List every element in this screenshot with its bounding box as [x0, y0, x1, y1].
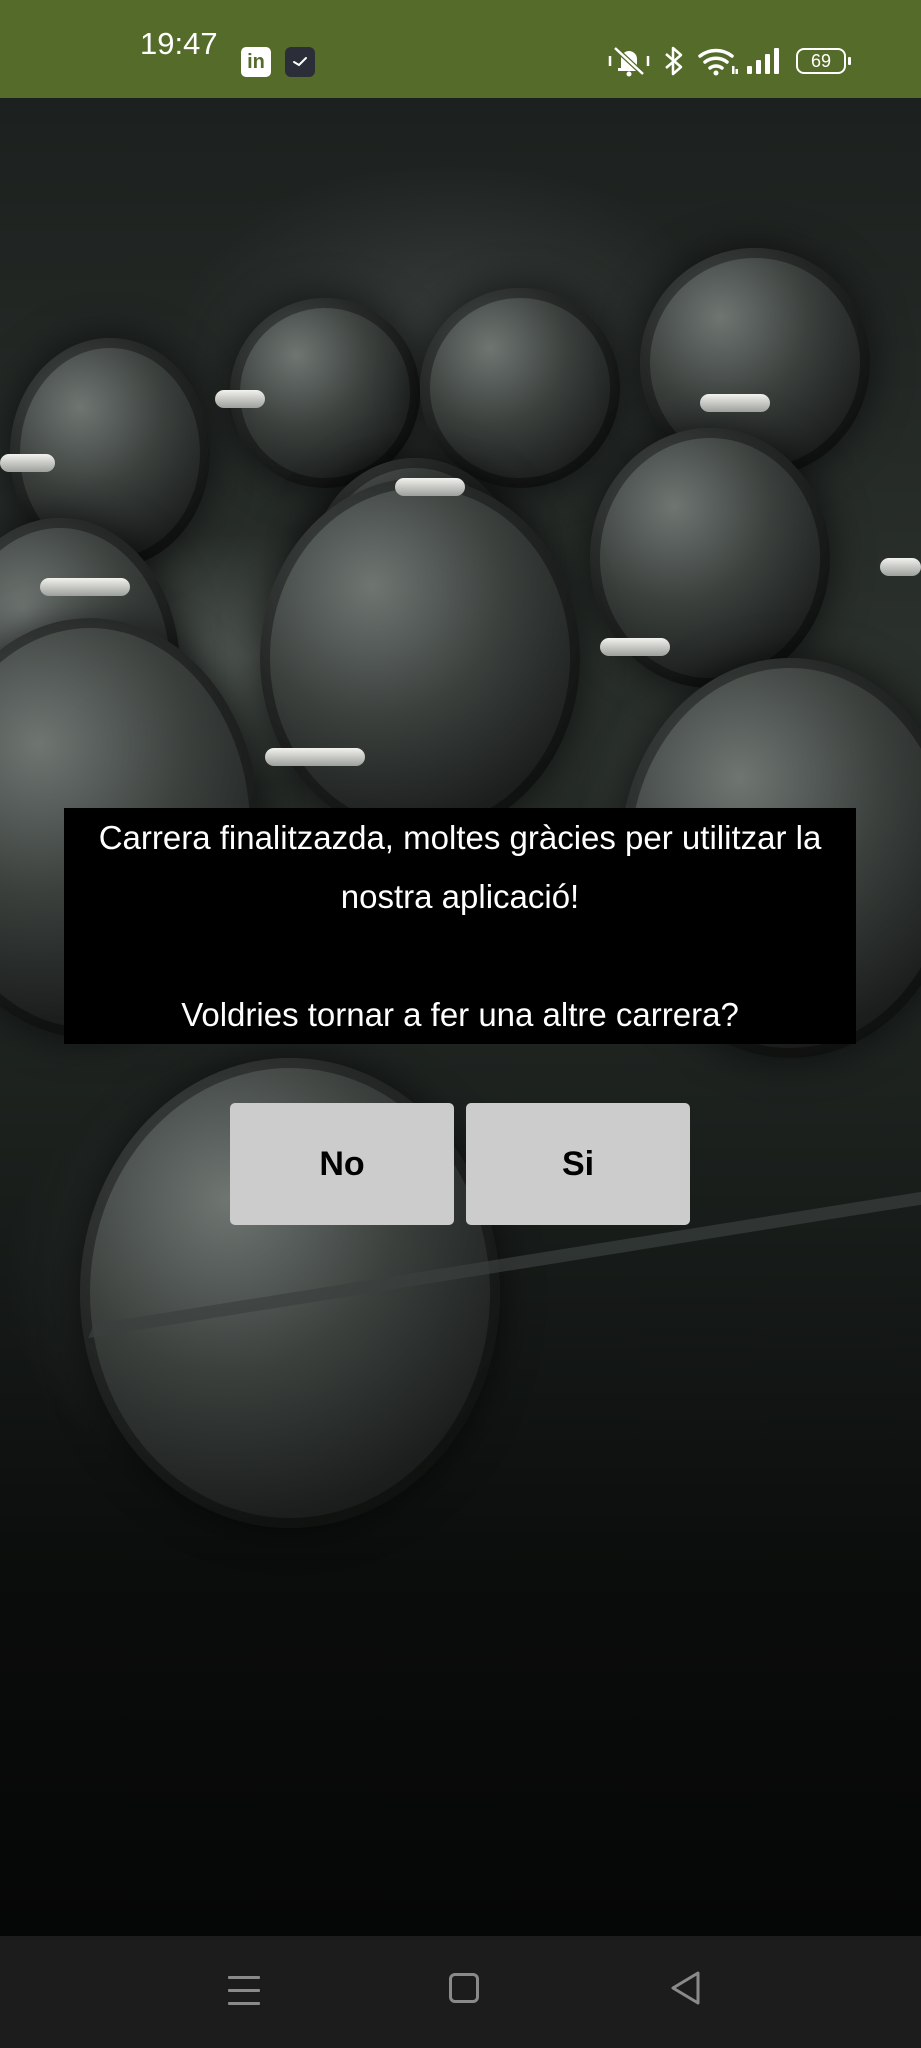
battery-icon: 69 — [796, 48, 851, 74]
bell-off-icon — [607, 44, 651, 83]
wifi-icon — [698, 46, 738, 81]
signal-icon — [745, 46, 785, 81]
status-time: 19:47 — [140, 26, 218, 61]
status-bar: 19:47 in 69 — [0, 0, 921, 98]
no-button[interactable]: No — [230, 1103, 454, 1225]
bluetooth-icon — [662, 44, 686, 83]
linkedin-icon: in — [241, 47, 271, 77]
home-icon[interactable] — [449, 1973, 479, 2003]
menu-icon[interactable] — [228, 1973, 260, 2009]
navigation-bar — [0, 1936, 921, 2048]
si-button[interactable]: Si — [466, 1103, 690, 1225]
clock-app-icon — [285, 47, 315, 77]
dialog-message: Carrera finalitzazda, moltes gràcies per… — [64, 808, 856, 1044]
app-screen: 19:47 in 69 Carrera finalitzazda, moltes… — [0, 0, 921, 2048]
back-icon[interactable] — [668, 1969, 702, 2012]
repeat-question: Voldries tornar a fer una altre carrera? — [181, 996, 739, 1033]
completion-message: Carrera finalitzazda, moltes gràcies per… — [98, 819, 822, 915]
